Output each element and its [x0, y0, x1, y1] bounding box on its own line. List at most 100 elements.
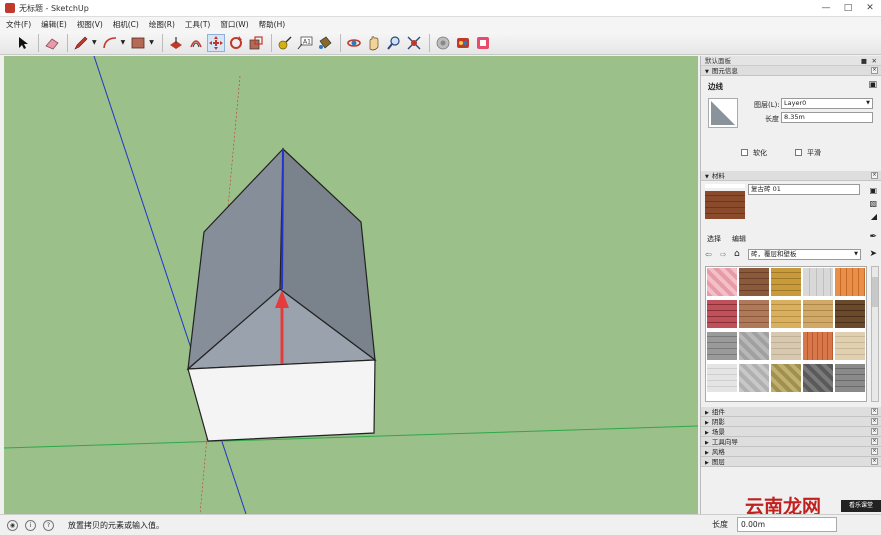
- pencil-dropdown-icon[interactable]: ▼: [92, 39, 97, 46]
- offset-icon[interactable]: [187, 34, 205, 52]
- material-swatch[interactable]: [771, 332, 801, 360]
- soften-checkbox[interactable]: [741, 149, 748, 156]
- material-name-field[interactable]: 复古砖 01: [748, 184, 860, 195]
- modeling-viewport[interactable]: [4, 56, 698, 514]
- create-material-icon[interactable]: ▧: [869, 199, 877, 208]
- tab-select[interactable]: 选择: [707, 234, 721, 244]
- geolocation-icon[interactable]: ◉: [7, 519, 18, 531]
- section-close-icon[interactable]: ×: [871, 418, 878, 425]
- layers-header[interactable]: ▶ 图层 ×: [701, 457, 881, 467]
- material-swatch[interactable]: [707, 364, 737, 392]
- layout-icon[interactable]: [474, 34, 492, 52]
- material-swatch[interactable]: [835, 268, 865, 296]
- maximize-button[interactable]: □: [837, 1, 859, 15]
- wall-face[interactable]: [187, 359, 376, 442]
- move-icon[interactable]: [206, 33, 225, 52]
- credits-icon[interactable]: i: [25, 519, 36, 531]
- material-swatch[interactable]: [739, 332, 769, 360]
- material-preview-swatch: [705, 191, 745, 219]
- arc-icon[interactable]: [101, 34, 119, 52]
- length-field[interactable]: 8.35m: [781, 112, 873, 123]
- orbit-icon[interactable]: [345, 34, 363, 52]
- arc-dropdown-icon[interactable]: ▼: [121, 39, 126, 46]
- material-swatch[interactable]: [707, 332, 737, 360]
- pencil-icon[interactable]: [72, 34, 90, 52]
- material-swatch[interactable]: [803, 300, 833, 328]
- section-close-icon[interactable]: ×: [871, 438, 878, 445]
- rotate-icon[interactable]: [227, 34, 245, 52]
- warehouse-icon[interactable]: [434, 34, 452, 52]
- material-swatch[interactable]: [803, 268, 833, 296]
- minimize-button[interactable]: —: [815, 1, 837, 15]
- text-icon[interactable]: A1: [296, 34, 314, 52]
- pan-icon[interactable]: [365, 34, 383, 52]
- shape-icon[interactable]: [129, 34, 147, 52]
- home-icon[interactable]: ⌂: [734, 249, 740, 259]
- material-swatch[interactable]: [803, 364, 833, 392]
- menu-camera[interactable]: 相机(C): [113, 19, 139, 30]
- swatch-scrollbar[interactable]: [871, 266, 879, 402]
- zoom-extents-icon[interactable]: [405, 34, 423, 52]
- material-swatch[interactable]: [771, 300, 801, 328]
- material-swatch[interactable]: [739, 300, 769, 328]
- section-close-icon[interactable]: ×: [871, 458, 878, 465]
- length-label: 长度: [765, 115, 779, 123]
- back-arrow-icon[interactable]: ⇦: [705, 250, 712, 259]
- viewport-canvas[interactable]: [4, 56, 698, 514]
- lock-icon[interactable]: ▣: [868, 80, 877, 90]
- default-material-icon[interactable]: ◢: [871, 212, 877, 221]
- tray-close-icon[interactable]: ✕: [872, 56, 877, 66]
- section-close-icon[interactable]: ×: [871, 172, 878, 179]
- material-library-dropdown[interactable]: 砖，覆层和壁板 ▼: [748, 249, 861, 260]
- material-swatch[interactable]: [835, 364, 865, 392]
- materials-header[interactable]: ▼ 材料 ×: [701, 171, 881, 181]
- material-swatch[interactable]: [771, 364, 801, 392]
- section-close-icon[interactable]: ×: [871, 428, 878, 435]
- pin-icon[interactable]: ■: [861, 56, 867, 66]
- menu-help[interactable]: 帮助(H): [259, 19, 286, 30]
- styles-header[interactable]: ▶ 风格 ×: [701, 447, 881, 457]
- material-swatch[interactable]: [835, 332, 865, 360]
- tab-edit[interactable]: 编辑: [732, 234, 746, 244]
- material-swatch[interactable]: [771, 268, 801, 296]
- material-swatch[interactable]: [835, 300, 865, 328]
- close-button[interactable]: ✕: [859, 1, 881, 15]
- zoom-icon[interactable]: [385, 34, 403, 52]
- paint-bucket-icon[interactable]: [316, 34, 334, 52]
- menu-draw[interactable]: 绘图(R): [149, 19, 175, 30]
- material-swatch[interactable]: [803, 332, 833, 360]
- section-close-icon[interactable]: ×: [871, 67, 878, 74]
- forward-arrow-icon[interactable]: ⇨: [720, 250, 727, 259]
- scenes-header[interactable]: ▶ 场景 ×: [701, 427, 881, 437]
- menu-view[interactable]: 视图(V): [77, 19, 103, 30]
- menu-tools[interactable]: 工具(T): [185, 19, 210, 30]
- menu-edit[interactable]: 编辑(E): [41, 19, 67, 30]
- material-swatch[interactable]: [739, 268, 769, 296]
- push-pull-icon[interactable]: [167, 34, 185, 52]
- select-arrow-icon[interactable]: [14, 34, 32, 52]
- section-close-icon[interactable]: ×: [871, 408, 878, 415]
- scale-icon[interactable]: [247, 34, 265, 52]
- entity-info-header[interactable]: ▼ 图元信息 ×: [701, 66, 881, 76]
- shape-dropdown-icon[interactable]: ▼: [149, 39, 154, 46]
- display-secondary-icon[interactable]: ▣: [869, 186, 877, 195]
- eyedropper-icon[interactable]: ✒: [869, 232, 877, 242]
- shadows-header[interactable]: ▶ 阴影 ×: [701, 417, 881, 427]
- extension-icon[interactable]: [454, 34, 472, 52]
- material-swatch[interactable]: [707, 300, 737, 328]
- eraser-icon[interactable]: [43, 34, 61, 52]
- instructor-header[interactable]: ▶ 工具向导 ×: [701, 437, 881, 447]
- measurements-box[interactable]: 0.00m: [737, 517, 837, 532]
- selected-edge[interactable]: [281, 148, 284, 290]
- details-arrow-icon[interactable]: ➤: [869, 249, 877, 259]
- material-swatch[interactable]: [707, 268, 737, 296]
- help-icon[interactable]: ?: [43, 519, 54, 531]
- smooth-checkbox[interactable]: [795, 149, 802, 156]
- tape-measure-icon[interactable]: [276, 34, 294, 52]
- layer-dropdown[interactable]: Layer0 ▼: [781, 98, 873, 109]
- material-swatch[interactable]: [739, 364, 769, 392]
- section-close-icon[interactable]: ×: [871, 448, 878, 455]
- components-header[interactable]: ▶ 组件 ×: [701, 407, 881, 417]
- menu-window[interactable]: 窗口(W): [220, 19, 248, 30]
- menu-file[interactable]: 文件(F): [6, 19, 31, 30]
